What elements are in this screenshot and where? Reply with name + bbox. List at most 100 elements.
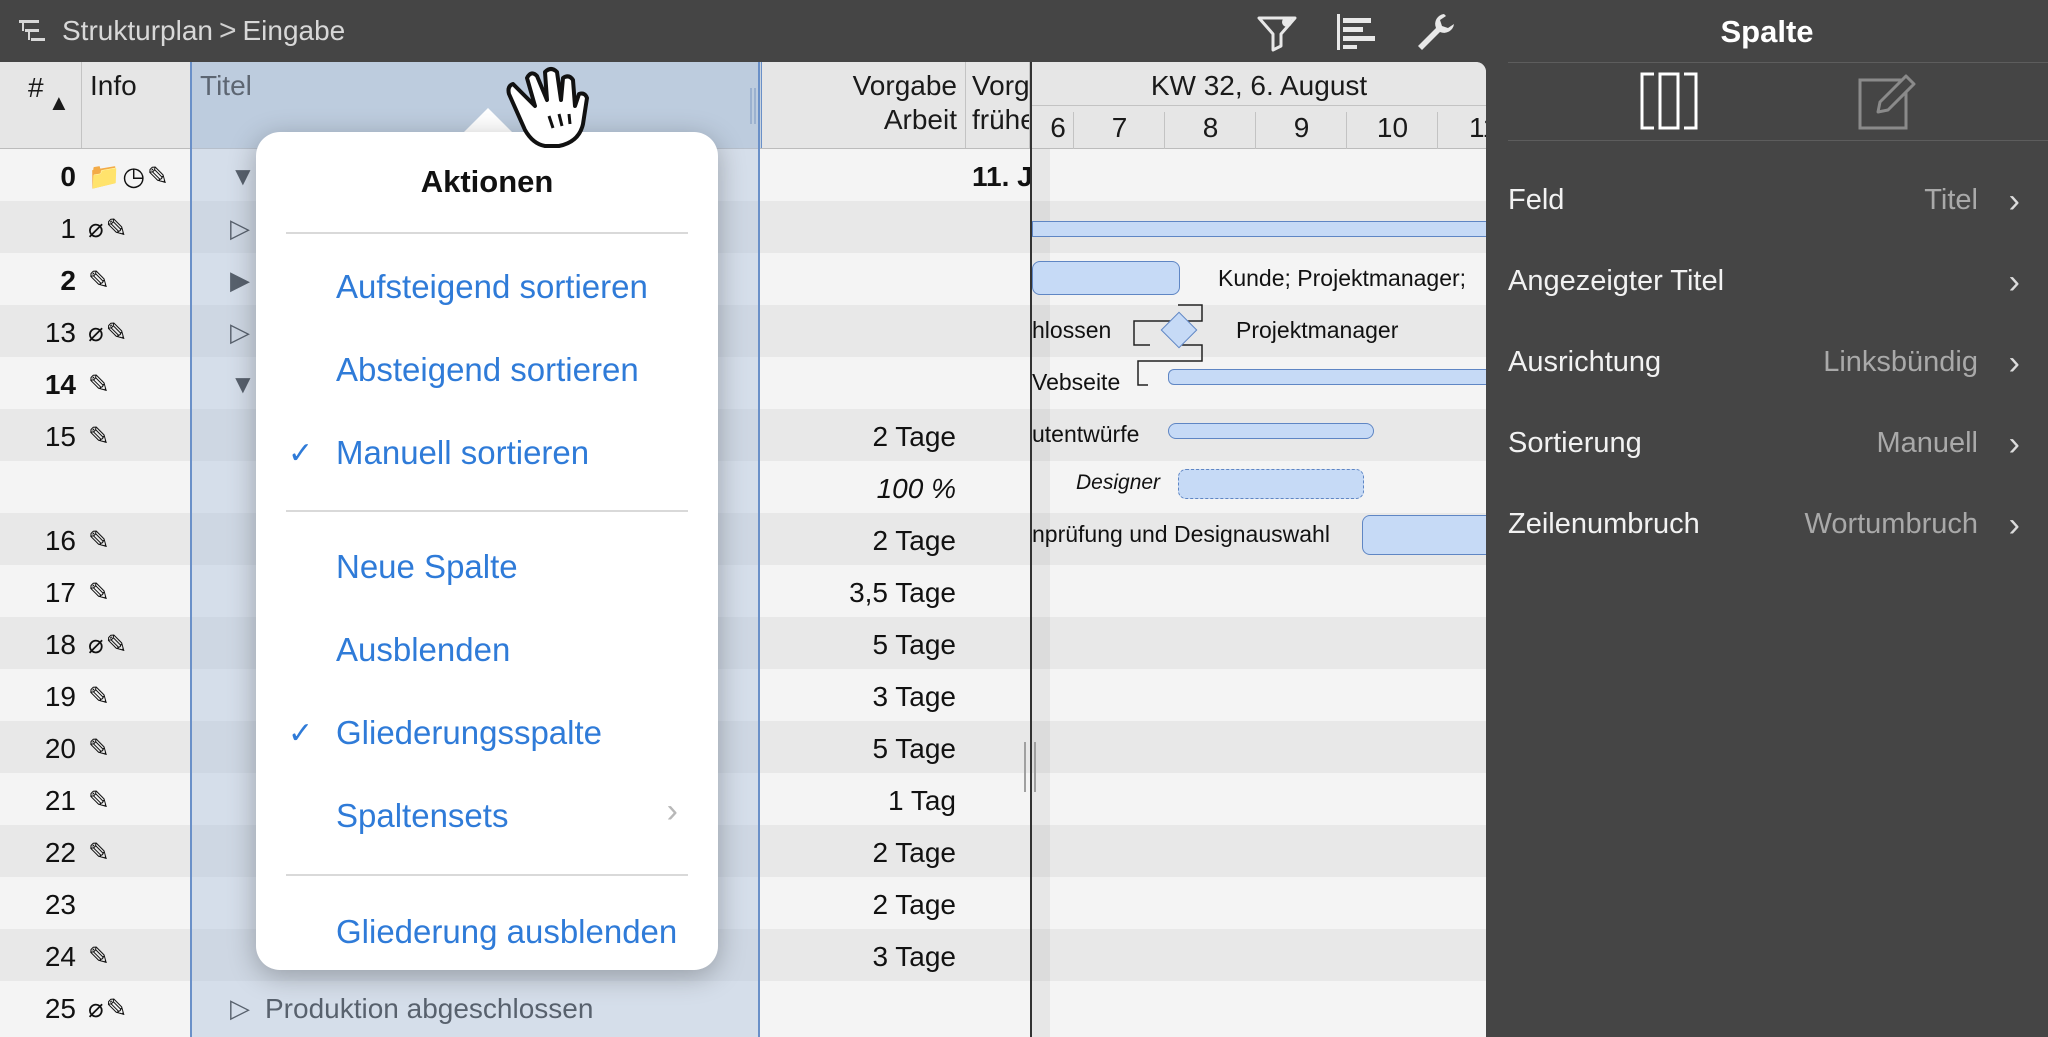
outline-view-icon [19, 20, 45, 41]
inspector-row-label: Feld [1508, 184, 1565, 216]
breadcrumb-root[interactable]: Strukturplan [62, 15, 213, 47]
disclosure-triangle-icon[interactable]: ▷ [230, 213, 250, 244]
row-work[interactable]: 3,5 Tage [760, 577, 956, 609]
gantt-resource-label: Designer [1076, 471, 1161, 494]
day-label: 8 [1164, 112, 1256, 149]
inspector-row[interactable]: Sortierung Manuell › [1508, 415, 2028, 475]
column-header-work[interactable]: Vorgabe Arbeit [762, 62, 966, 148]
panel-title: Spalte [1720, 14, 1814, 49]
outline-table[interactable]: # ▲ Info Titel Vorgabe Arbeit Vorg frühe… [0, 62, 1486, 1037]
inspector-panel: Spalte Feld Titel › Angezeigter Titel › Ausri… [1486, 0, 2048, 1037]
hide-outline-item[interactable]: Gliederung ausblenden [336, 913, 677, 951]
gantt-resource-label: Kunde; Projektmanager; [1218, 265, 1467, 291]
row-work[interactable]: 2 Tage [760, 421, 956, 453]
popover-divider [286, 874, 688, 876]
wrench-icon[interactable] [1414, 10, 1458, 54]
inspector-row-label: Ausrichtung [1508, 346, 1662, 378]
panel-divider [1508, 62, 2048, 63]
gantt-header: KW 32, 6. August 67891011 [1032, 62, 1486, 149]
actions-popover: Aktionen Aufsteigend sortieren Absteigen… [256, 132, 718, 970]
row-info-icons: ✎ [88, 577, 112, 607]
row-work[interactable]: 2 Tage [760, 889, 956, 921]
row-number: 23 [44, 889, 76, 920]
outline-column-item[interactable]: Gliederungsspalte [336, 714, 602, 752]
row-info-icons: ✎ [88, 837, 112, 867]
row-number: 14 [44, 369, 76, 400]
column-header-info[interactable]: Info [82, 62, 191, 148]
sort-descending-item[interactable]: Absteigend sortieren [336, 351, 639, 389]
popover-title: Aktionen [420, 164, 554, 199]
new-column-item[interactable]: Neue Spalte [336, 548, 518, 586]
row-work[interactable]: 5 Tage [760, 629, 956, 661]
row-info-icons: ✎ [88, 681, 112, 711]
checkmark-icon: ✓ [288, 717, 314, 750]
hide-column-item[interactable]: Ausblenden [336, 631, 510, 669]
sort-ascending-item[interactable]: Aufsteigend sortieren [336, 268, 648, 306]
gantt-summary-bar[interactable] [1168, 369, 1486, 385]
disclosure-triangle-icon[interactable]: ▷ [230, 993, 250, 1024]
gantt-chart[interactable]: Kunde; Projektmanager; hlossen Projektma… [1032, 149, 1486, 1037]
row-early-start[interactable]: 11. J [972, 161, 1033, 193]
inspector-row-value: Titel [1924, 184, 1978, 216]
week-label: KW 32, 6. August [1150, 70, 1368, 101]
day-label: 9 [1255, 112, 1347, 149]
breadcrumb[interactable]: Strukturplan > Eingabe [18, 14, 345, 48]
column-tab-icon[interactable] [1640, 72, 1698, 130]
row-work[interactable]: 100 % [760, 473, 956, 505]
toolbar: Strukturplan > Eingabe [0, 0, 1486, 62]
column-resize-handle[interactable] [750, 88, 756, 124]
popover-divider [286, 232, 688, 234]
row-number: 24 [44, 941, 76, 972]
row-info-icons: ⌀✎ [88, 993, 130, 1023]
inspector-row[interactable]: Zeilenumbruch Wortumbruch › [1508, 496, 2028, 556]
row-info-icons: ✎ [88, 941, 112, 971]
row-number: 0 [60, 161, 76, 192]
gantt-summary-bar[interactable] [1032, 221, 1486, 237]
gantt-resource-label: Projektmanager [1236, 317, 1399, 343]
disclosure-triangle-icon[interactable]: ▷ [230, 317, 250, 348]
row-work[interactable]: 3 Tage [760, 681, 956, 713]
sort-manual-item[interactable]: Manuell sortieren [336, 434, 589, 472]
breadcrumb-current[interactable]: Eingabe [243, 15, 346, 47]
inspector-row[interactable]: Ausrichtung Linksbündig › [1508, 334, 2028, 394]
row-number: 20 [44, 733, 76, 764]
disclosure-triangle-icon[interactable]: ▶ [230, 265, 250, 296]
row-title[interactable]: Produktion abgeschlossen [265, 993, 593, 1025]
row-info-icons: ✎ [88, 733, 112, 763]
day-label: 10 [1346, 112, 1438, 149]
column-header-number[interactable]: # ▲ [0, 62, 82, 148]
row-number: 16 [44, 525, 76, 556]
row-info-icons: 📁◷✎ [88, 161, 171, 191]
popover-divider [286, 510, 688, 512]
edit-tab-icon[interactable] [1858, 72, 1916, 130]
disclosure-triangle-icon[interactable]: ▼ [230, 369, 256, 400]
row-number: 22 [44, 837, 76, 868]
column-sets-item[interactable]: Spaltensets [336, 797, 508, 835]
row-info-icons: ✎ [88, 785, 112, 815]
row-work[interactable]: 2 Tage [760, 525, 956, 557]
gantt-task-label: utentwürfe [1032, 421, 1140, 447]
breadcrumb-separator: > [218, 14, 237, 47]
gantt-assignment-bar[interactable] [1178, 469, 1364, 499]
disclosure-triangle-icon[interactable]: ▼ [230, 161, 256, 192]
gantt-task-bar[interactable] [1362, 515, 1486, 555]
inspector-row[interactable]: Feld Titel › [1508, 172, 2028, 232]
filter-icon[interactable] [1255, 10, 1299, 54]
inspector-row-value: Wortumbruch [1804, 508, 1978, 540]
chevron-right-icon: › [2008, 344, 2020, 382]
inspector-row-value: Linksbündig [1823, 346, 1978, 378]
column-header-early-start[interactable]: Vorg frühe [966, 62, 1030, 148]
row-work[interactable]: 2 Tage [760, 837, 956, 869]
inspector-row[interactable]: Angezeigter Titel › [1508, 253, 2028, 313]
chevron-right-icon: › [2008, 425, 2020, 463]
chevron-right-icon: › [2008, 182, 2020, 220]
row-info-icons: ✎ [88, 421, 112, 451]
gantt-summary-bar[interactable] [1168, 423, 1374, 439]
row-info-icons: ✎ [88, 525, 112, 555]
day-scale: 67891011 [1032, 105, 1486, 149]
gantt-style-icon[interactable] [1334, 10, 1378, 54]
row-work[interactable]: 3 Tage [760, 941, 956, 973]
row-work[interactable]: 5 Tage [760, 733, 956, 765]
row-number: 21 [44, 785, 76, 816]
row-work[interactable]: 1 Tag [760, 785, 956, 817]
